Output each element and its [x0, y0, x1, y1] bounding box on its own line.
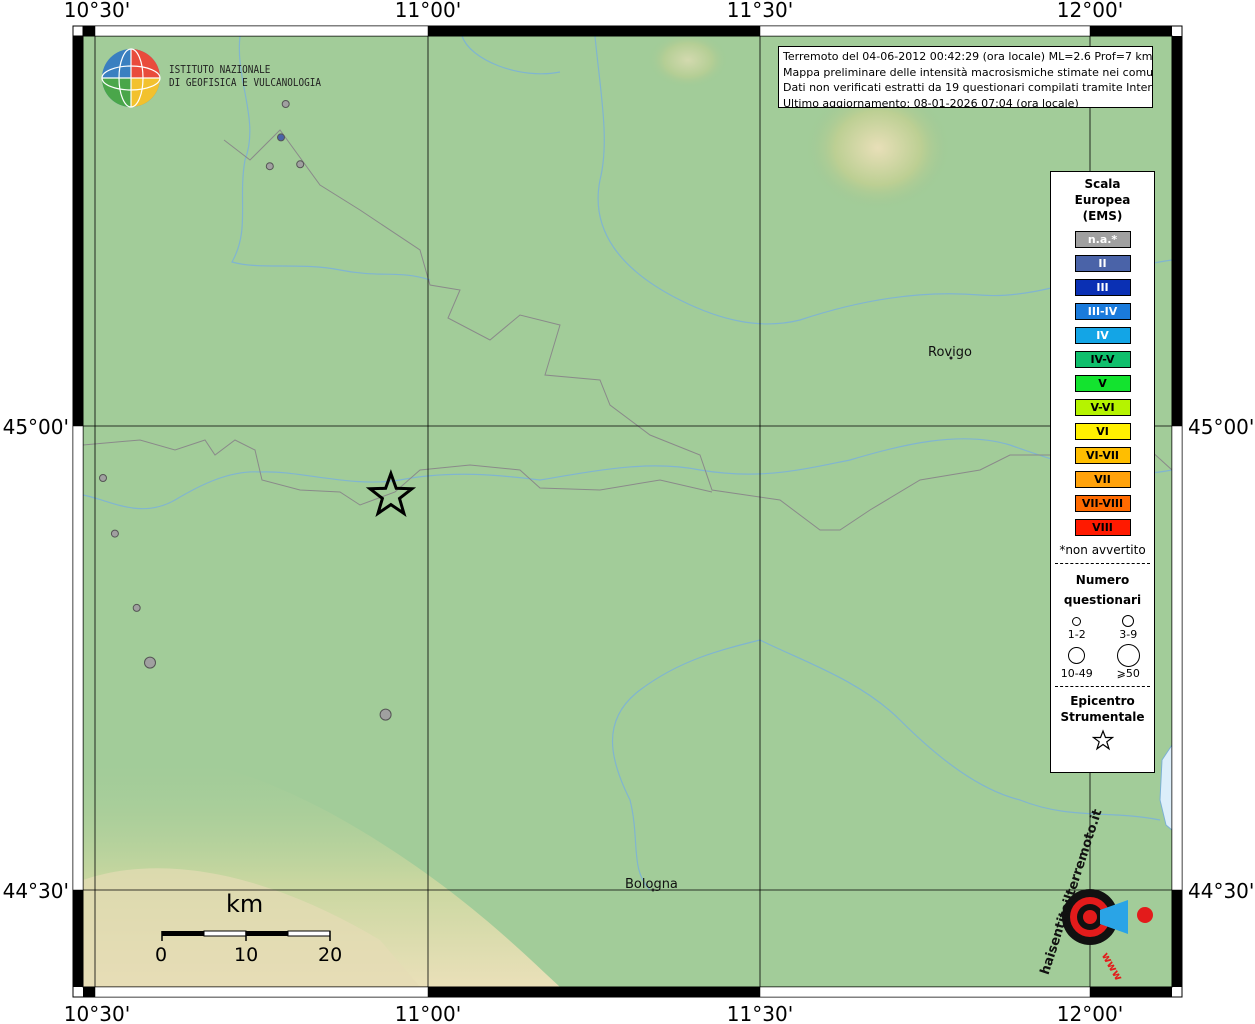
legend-swatch-12: VIII	[1074, 519, 1131, 536]
legend-swatch-1: II	[1074, 255, 1131, 272]
intensity-swatches: n.a.* II III III-IV IV IV-V V V-VI VI VI-VII VII VI…	[1051, 231, 1154, 536]
legend-swatch-2: III	[1074, 279, 1131, 296]
lat-label-right-2: 44°30'	[1188, 879, 1254, 903]
site-marker-1	[277, 133, 285, 142]
size-circle-icon	[1068, 646, 1086, 664]
lon-label-bottom-4: 12°00'	[1057, 1002, 1123, 1024]
size-3-9: 3-9	[1103, 614, 1155, 641]
size-label: 3-9	[1119, 628, 1138, 641]
lon-label-bottom-2: 11°00'	[395, 1002, 461, 1024]
lon-label-top-3: 11°30'	[727, 0, 793, 22]
questionari-title-line-2: questionari	[1063, 593, 1142, 607]
legend-swatch-8: VI	[1074, 423, 1131, 440]
site-marker-2	[265, 162, 274, 171]
size-50-plus: ⩾50	[1103, 643, 1155, 680]
legend-swatch-11: VII-VIII	[1074, 495, 1131, 512]
event-info-line-4: Ultimo aggiornamento: 08-01-2026 07:04 (…	[783, 96, 1079, 108]
site-marker-7	[144, 656, 156, 669]
scale-tick-0: 0	[155, 944, 168, 966]
size-1-2: 1-2	[1051, 614, 1103, 641]
site-marker-6	[132, 603, 141, 612]
size-circle-icon	[1072, 616, 1082, 626]
ingv-logo-line-2: DI GEOFISICA E VULCANOLOGIA	[169, 76, 321, 89]
lon-label-bottom-3: 11°30'	[727, 1002, 793, 1024]
legend-swatch-5: IV-V	[1074, 351, 1131, 368]
scale-unit: km	[226, 890, 264, 918]
questionari-title-line-1: Numero	[1075, 573, 1130, 587]
site-marker-0	[281, 100, 290, 108]
epicenter-star-icon	[1091, 729, 1114, 751]
legend-title-line-2: Europea	[1074, 193, 1131, 207]
site-marker-4	[99, 474, 107, 482]
site-marker-5	[110, 529, 119, 538]
scale-tick-20: 20	[318, 944, 343, 966]
lon-label-top-1: 10°30'	[64, 0, 130, 22]
legend-swatch-7: V-VI	[1074, 399, 1131, 416]
site-marker-3	[296, 160, 305, 169]
ingv-logo-icon	[101, 48, 161, 108]
legend-swatch-3: III-IV	[1074, 303, 1131, 320]
legend-swatch-4: IV	[1074, 327, 1131, 344]
epicentro-title-line-1: Epicentro	[1070, 694, 1135, 708]
legend-swatch-6: V	[1074, 375, 1131, 392]
ingv-logo-line-1: ISTITUTO NAZIONALE	[169, 63, 271, 76]
event-info-line-2: Mappa preliminare delle intensità macros…	[783, 65, 1153, 79]
lon-label-top-2: 11°00'	[395, 0, 461, 22]
legend-title: Scala Europea (EMS)	[1051, 176, 1154, 224]
legend-note: *non avvertito	[1059, 543, 1146, 557]
lon-label-top-4: 12°00'	[1057, 0, 1123, 22]
lat-label-left-1: 45°00'	[3, 415, 69, 439]
site-marker-8	[379, 708, 392, 721]
size-10-49: 10-49	[1051, 643, 1103, 680]
legend-swatch-10: VII	[1074, 471, 1131, 488]
scale-tick-10: 10	[234, 944, 259, 966]
lat-label-right-1: 45°00'	[1188, 415, 1254, 439]
size-circle-icon	[1122, 615, 1135, 627]
legend-title-line-3: (EMS)	[1082, 209, 1123, 223]
legend-swatch-0: n.a.*	[1074, 231, 1131, 248]
lon-label-bottom-1: 10°30'	[64, 1002, 130, 1024]
questionari-sizes: 1-2 3-9 10-49 ⩾50	[1051, 614, 1154, 680]
city-label-bologna: Bologna	[625, 877, 678, 892]
ingv-logo-text: ISTITUTO NAZIONALE DI GEOFISICA E VULCAN…	[169, 63, 321, 89]
lat-label-left-2: 44°30'	[3, 879, 69, 903]
questionari-title: Numero questionari	[1051, 570, 1154, 610]
size-circle-icon	[1116, 643, 1140, 667]
epicentro-title: Epicentro Strumentale	[1051, 693, 1154, 725]
legend-separator	[1055, 686, 1150, 687]
size-label: 10-49	[1060, 667, 1093, 680]
event-info-line-1: Terremoto del 04-06-2012 00:42:29 (ora l…	[783, 50, 1153, 63]
size-label: ⩾50	[1116, 667, 1140, 680]
legend-title-line-1: Scala	[1084, 177, 1121, 191]
event-info-box: Terremoto del 04-06-2012 00:42:29 (ora l…	[778, 46, 1153, 108]
ems-legend: Scala Europea (EMS) n.a.* II III III-IV IV IV…	[1050, 171, 1155, 773]
epicentro-title-line-2: Strumentale	[1060, 710, 1145, 724]
legend-swatch-9: VI-VII	[1074, 447, 1131, 464]
event-info-line-3: Dati non verificati estratti da 19 quest…	[783, 81, 1153, 94]
size-label: 1-2	[1067, 628, 1086, 641]
legend-separator	[1055, 563, 1150, 564]
city-label-rovigo: Rovigo	[928, 345, 972, 360]
